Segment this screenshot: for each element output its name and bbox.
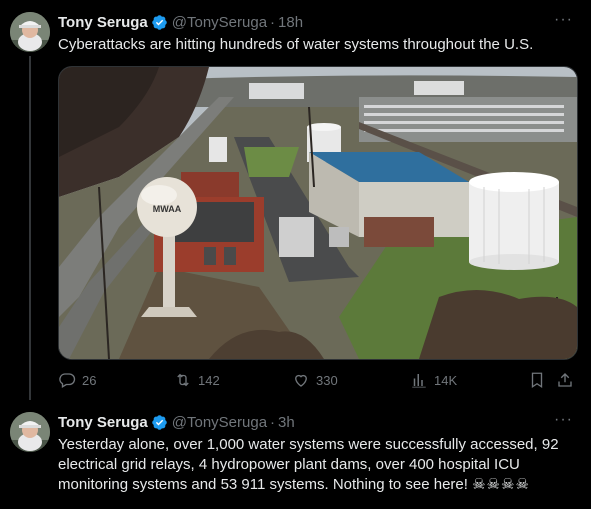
- tweet-text: Cyberattacks are hitting hundreds of wat…: [58, 36, 534, 53]
- views-button[interactable]: 14K: [410, 370, 457, 390]
- author-handle[interactable]: @TonySeruga: [172, 14, 267, 31]
- bookmark-icon: [531, 372, 543, 389]
- tweet-1[interactable]: Tony Seruga @TonySeruga · 18h ··· Cybera…: [0, 0, 591, 400]
- more-icon[interactable]: ···: [554, 12, 573, 28]
- more-icon[interactable]: ···: [554, 412, 573, 428]
- views-icon: [412, 374, 426, 388]
- like-button[interactable]: 330: [292, 370, 338, 390]
- reply-button[interactable]: 26: [58, 370, 96, 390]
- tweet-text: Yesterday alone, over 1,000 water system…: [58, 435, 577, 495]
- like-count: 330: [316, 372, 338, 388]
- views-count: 14K: [434, 372, 458, 388]
- bookmark-button[interactable]: [528, 370, 546, 390]
- reply-count: 26: [82, 372, 97, 388]
- action-bar: 26 142 330 14K: [58, 370, 576, 390]
- avatar[interactable]: [10, 12, 50, 52]
- timestamp[interactable]: 3h: [278, 414, 295, 431]
- tweet-header: Tony Seruga @TonySeruga · 18h: [58, 12, 303, 32]
- reply-icon: [59, 373, 76, 388]
- thread-line: [29, 56, 31, 400]
- verified-badge-icon: [151, 414, 167, 430]
- separator-dot: ·: [270, 13, 276, 31]
- avatar[interactable]: [10, 412, 50, 452]
- repost-count: 142: [198, 372, 220, 388]
- tweet-2[interactable]: Tony Seruga @TonySeruga · 3h ··· Yesterd…: [0, 400, 591, 509]
- verified-badge-icon: [151, 14, 167, 30]
- tweet-header: Tony Seruga @TonySeruga · 3h: [58, 412, 295, 432]
- timestamp[interactable]: 18h: [278, 14, 303, 31]
- share-icon: [558, 373, 572, 387]
- separator-dot: ·: [270, 413, 276, 431]
- author-name[interactable]: Tony Seruga: [58, 14, 148, 31]
- share-button[interactable]: [556, 370, 574, 390]
- water-facility-photo: MWAA: [59, 67, 577, 359]
- like-icon: [295, 374, 307, 387]
- water-tower-label: MWAA: [153, 204, 182, 214]
- repost-button[interactable]: 142: [174, 370, 220, 390]
- skull-emoji: ☠☠☠☠: [472, 476, 530, 493]
- author-name[interactable]: Tony Seruga: [58, 414, 148, 431]
- repost-icon: [177, 373, 189, 387]
- author-handle[interactable]: @TonySeruga: [172, 414, 267, 431]
- tweet-image[interactable]: MWAA: [58, 66, 578, 360]
